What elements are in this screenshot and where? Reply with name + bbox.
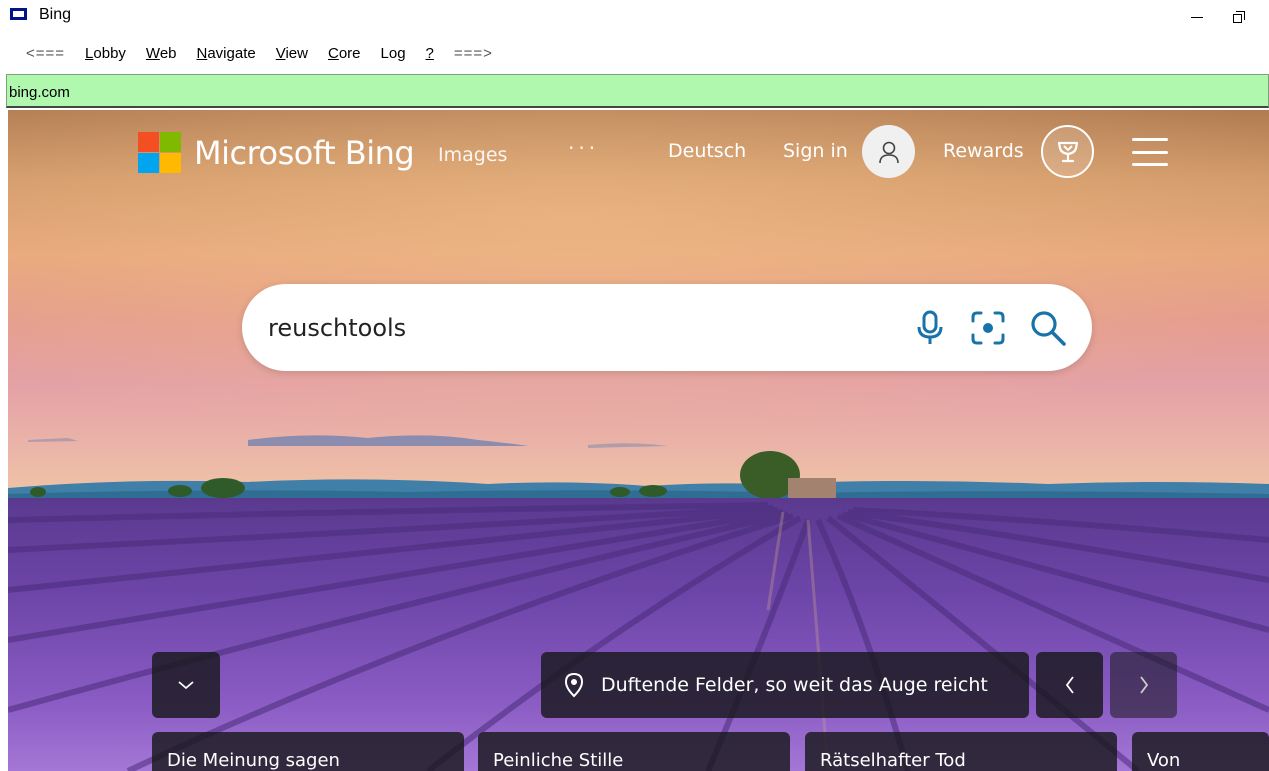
url-input[interactable] [7, 79, 1207, 105]
menu-navigate[interactable]: Navigate [197, 45, 256, 62]
search-box [242, 284, 1092, 371]
news-card[interactable]: Die Meinung sagen [152, 732, 464, 771]
news-card[interactable]: Peinliche Stille [478, 732, 790, 771]
app-window-icon [10, 8, 27, 20]
minimize-button[interactable] [1174, 2, 1220, 32]
visual-search-icon[interactable] [966, 306, 1010, 350]
language-link[interactable]: Deutsch [668, 140, 746, 162]
next-image-button[interactable] [1110, 652, 1177, 718]
restore-icon [1233, 11, 1245, 23]
microphone-icon[interactable] [908, 306, 952, 350]
menu-help[interactable]: ? [426, 45, 434, 62]
bing-header: Microsoft Bing Images ··· Deutsch Sign i… [8, 110, 1269, 200]
menu-log[interactable]: Log [381, 45, 406, 62]
trophy-icon [1057, 141, 1078, 162]
chevron-right-icon [1139, 676, 1148, 694]
rewards-link[interactable]: Rewards [943, 140, 1024, 162]
previous-image-button[interactable] [1036, 652, 1103, 718]
chevron-down-icon [178, 681, 194, 690]
menu-bar: <=== Lobby Web Navigate View Core Log ? … [0, 40, 1269, 66]
hamburger-menu-icon[interactable] [1132, 138, 1168, 166]
restore-button[interactable] [1216, 2, 1262, 32]
sign-in-link[interactable]: Sign in [783, 140, 848, 162]
caption-text: Duftende Felder, so weit das Auge reicht [601, 674, 988, 696]
avatar[interactable] [862, 125, 915, 178]
menu-core[interactable]: Core [328, 45, 361, 62]
search-icon[interactable] [1026, 306, 1070, 350]
bing-logo[interactable]: Microsoft Bing [138, 132, 415, 173]
nav-images-link[interactable]: Images [438, 144, 507, 166]
search-input[interactable] [268, 308, 868, 348]
page-viewport: Microsoft Bing Images ··· Deutsch Sign i… [8, 110, 1269, 771]
window-title: Bing [39, 6, 72, 23]
address-bar [6, 74, 1269, 108]
collapse-button[interactable] [152, 652, 220, 718]
menu-lobby[interactable]: Lobby [85, 45, 126, 62]
user-icon [878, 141, 899, 163]
rewards-badge[interactable] [1041, 125, 1094, 178]
menu-view[interactable]: View [276, 45, 308, 62]
nav-more-menu[interactable]: ··· [568, 136, 599, 160]
menu-forward[interactable]: ===> [454, 45, 493, 62]
logo-text: Microsoft Bing [194, 133, 415, 172]
news-card[interactable]: Von [1132, 732, 1269, 771]
chevron-left-icon [1065, 676, 1074, 694]
news-card[interactable]: Rätselhafter Tod [805, 732, 1117, 771]
location-pin-icon [564, 672, 584, 698]
microsoft-logo-icon [138, 132, 182, 173]
menu-back[interactable]: <=== [26, 45, 65, 62]
minimize-icon [1191, 16, 1203, 18]
image-caption[interactable]: Duftende Felder, so weit das Auge reicht [541, 652, 1029, 718]
title-bar: Bing [0, 0, 1269, 36]
menu-web[interactable]: Web [146, 45, 177, 62]
